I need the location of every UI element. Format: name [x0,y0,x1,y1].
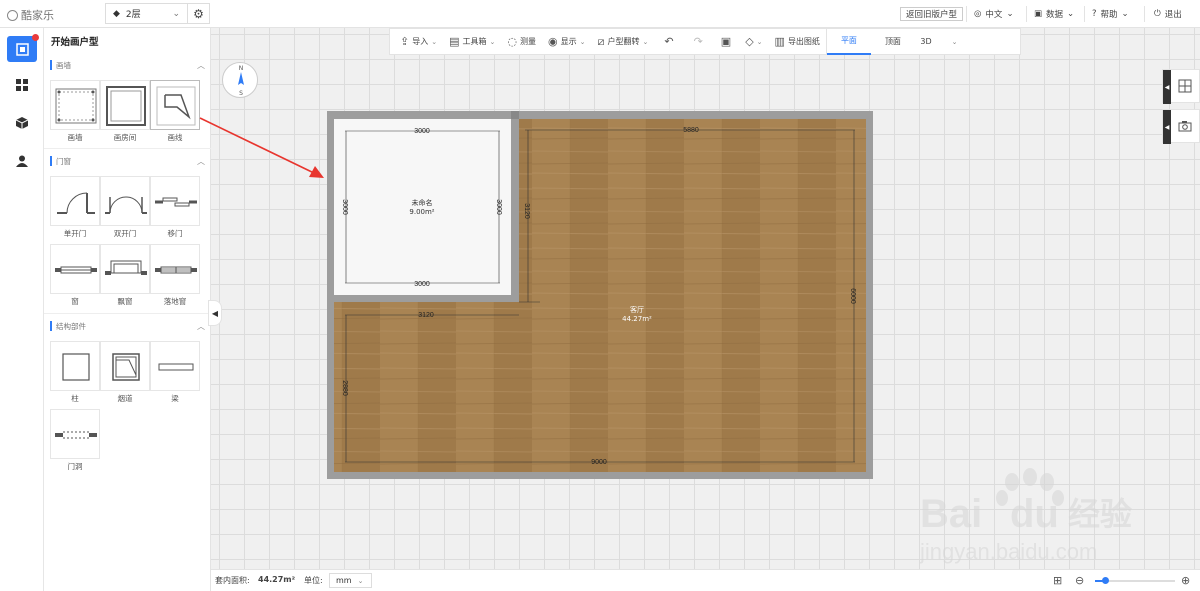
zoom-in-button[interactable]: ⊕ [1181,574,1190,587]
watermark-brand2: du [1010,492,1059,536]
zoom-in-icon: ⊕ [1181,574,1191,587]
watermark-brand: Bai [920,492,982,536]
area-label: 套内面积: [215,576,250,585]
dimension-label: 5880 [683,127,699,134]
zoom-out-icon: ⊖ [1075,574,1085,587]
unit-select[interactable]: mm ⌄ [329,573,372,588]
dimension-label: 3120 [418,312,434,319]
dimension-label: 3000 [495,199,502,215]
unnamed-room-floor[interactable] [334,119,511,295]
annotation-arrow [199,117,317,175]
room-area: 44.27m² [622,315,652,323]
room-name: 客厅 [630,305,644,314]
fit-view-button[interactable]: ⊞ [1053,574,1062,587]
dimension-label: 3000 [414,128,430,135]
area-value: 44.27m² [258,575,296,584]
room-name: 未命名 [412,198,433,207]
dimension-label: 3000 [414,281,430,288]
dimension-label: 6000 [849,288,856,304]
dimension-label: 3000 [341,199,348,215]
fit-view-icon: ⊞ [1053,574,1063,587]
partition-wall-horizontal[interactable] [334,295,519,302]
unit-value: mm [336,576,352,585]
status-bar: 套内面积: 44.27m² 单位: mm ⌄ ⊞ ⊖ ⊕ [211,569,1200,591]
unit-label: 单位: [304,576,323,585]
zoom-out-button[interactable]: ⊖ [1075,574,1084,587]
dimension-label: 3120 [523,203,530,219]
wall-joint [511,111,519,119]
baidu-watermark: Bai du 经验 jingyan.baidu.com [920,468,1132,564]
dimension-label: 2880 [341,380,348,396]
partition-wall-vertical[interactable] [511,119,519,302]
zoom-knob[interactable] [1102,577,1109,584]
watermark-cn: 经验 [1068,495,1132,533]
room-area: 9.00m² [409,208,434,216]
dimension-label: 9000 [591,459,607,466]
watermark-url: jingyan.baidu.com [920,539,1097,564]
zoom-slider[interactable] [1095,577,1175,584]
chevron-down-icon: ⌄ [357,576,364,585]
